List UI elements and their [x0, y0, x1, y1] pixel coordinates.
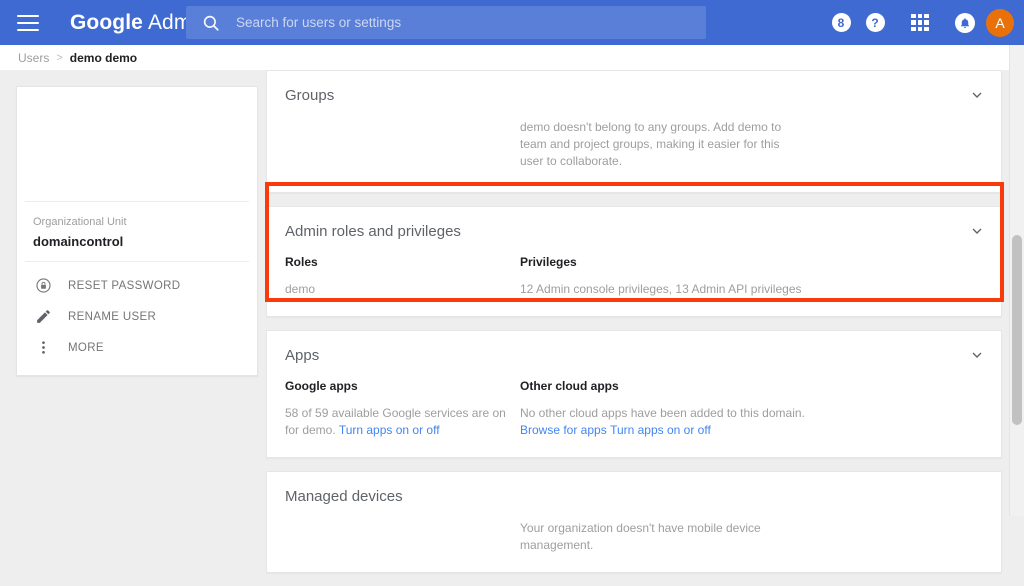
apps-section: Apps Google apps 58 of 59 available Goog… — [266, 330, 1002, 458]
groups-empty-text: demo doesn't belong to any groups. Add d… — [520, 120, 782, 168]
groups-section-header[interactable]: Groups — [267, 71, 1001, 119]
apps-section-header[interactable]: Apps — [267, 331, 1001, 379]
user-photo-area[interactable] — [17, 87, 257, 201]
roles-column: Roles demo — [285, 255, 520, 298]
organizational-unit-block: Organizational Unit domaincontrol — [17, 202, 257, 261]
admin-roles-section: Admin roles and privileges Roles demo Pr… — [266, 206, 1002, 317]
other-cloud-apps-heading: Other cloud apps — [520, 379, 619, 393]
breadcrumb: Users > demo demo — [0, 45, 1024, 70]
chevron-down-icon[interactable] — [969, 347, 985, 363]
lock-reset-icon — [33, 276, 53, 296]
privileges-value: 12 Admin console privileges, 13 Admin AP… — [520, 282, 802, 296]
privileges-heading: Privileges — [520, 255, 577, 269]
search-input[interactable]: Search for users or settings — [186, 6, 706, 39]
topbar-actions: 8 ? A — [824, 0, 1024, 45]
managed-devices-empty-text: Your organization doesn't have mobile de… — [520, 521, 761, 552]
browse-for-apps-link[interactable]: Browse for apps — [520, 423, 607, 437]
turn-apps-on-or-off-link[interactable]: Turn apps on or off — [339, 423, 440, 437]
admin-roles-title: Admin roles and privileges — [285, 222, 461, 240]
apps-section-body: Google apps 58 of 59 available Google se… — [267, 379, 1001, 457]
apps-launcher-button[interactable] — [892, 0, 948, 45]
search-placeholder: Search for users or settings — [236, 15, 402, 30]
privileges-column: Privileges 12 Admin console privileges, … — [520, 255, 820, 298]
rename-user-label: RENAME USER — [68, 310, 157, 323]
page-body: Organizational Unit domaincontrol RESET … — [0, 70, 1024, 573]
user-profile-card: Organizational Unit domaincontrol RESET … — [16, 86, 258, 376]
search-icon — [203, 15, 219, 31]
chevron-down-icon[interactable] — [969, 87, 985, 103]
managed-devices-title: Managed devices — [285, 487, 403, 505]
reset-password-label: RESET PASSWORD — [68, 279, 181, 292]
apps-grid-icon — [911, 13, 929, 32]
other-cloud-apps-text-wrap: No other cloud apps have been added to t… — [520, 405, 820, 439]
apps-title: Apps — [285, 346, 320, 364]
google-apps-heading: Google apps — [285, 379, 358, 393]
notifications-button[interactable] — [948, 0, 982, 45]
rename-user-button[interactable]: RENAME USER — [17, 301, 257, 332]
groups-section-body: demo doesn't belong to any groups. Add d… — [267, 119, 1001, 192]
breadcrumb-users-link[interactable]: Users — [18, 51, 49, 65]
chevron-down-icon[interactable] — [969, 223, 985, 239]
vertical-scrollbar[interactable] — [1009, 45, 1024, 516]
more-label: MORE — [68, 341, 104, 354]
other-cloud-apps-text: No other cloud apps have been added to t… — [520, 406, 805, 420]
groups-section: Groups demo doesn't belong to any groups… — [266, 70, 1002, 193]
support-badge-icon: 8 — [831, 13, 851, 32]
admin-roles-section-body: Roles demo Privileges 12 Admin console p… — [267, 255, 1001, 316]
more-vert-icon — [33, 338, 53, 358]
breadcrumb-current: demo demo — [69, 50, 138, 65]
help-button[interactable]: ? — [858, 0, 892, 45]
hamburger-menu-icon[interactable] — [17, 14, 39, 31]
more-button[interactable]: MORE — [17, 332, 257, 363]
admin-roles-section-header[interactable]: Admin roles and privileges — [267, 207, 1001, 255]
top-app-bar: Google Admin Search for users or settings… — [0, 0, 1024, 45]
bell-icon — [955, 12, 975, 33]
google-apps-column: Google apps 58 of 59 available Google se… — [285, 379, 520, 439]
google-apps-text-wrap: 58 of 59 available Google services are o… — [285, 405, 520, 439]
avatar[interactable]: A — [986, 8, 1014, 37]
reset-password-button[interactable]: RESET PASSWORD — [17, 270, 257, 301]
managed-devices-section: Managed devices Your organization doesn'… — [266, 471, 1002, 573]
brand-google-text: Google — [70, 10, 143, 34]
managed-devices-section-body: Your organization doesn't have mobile de… — [267, 520, 1001, 572]
managed-devices-section-header[interactable]: Managed devices — [267, 472, 1001, 520]
roles-heading: Roles — [285, 255, 318, 269]
support-badge-button[interactable]: 8 — [824, 0, 858, 45]
roles-value: demo — [285, 282, 316, 296]
pencil-icon — [33, 307, 53, 327]
help-icon: ? — [865, 13, 885, 32]
breadcrumb-separator: > — [56, 51, 63, 64]
other-cloud-apps-column: Other cloud apps No other cloud apps hav… — [520, 379, 820, 439]
organizational-unit-value: domaincontrol — [33, 234, 124, 249]
groups-title: Groups — [285, 86, 335, 104]
content-column: Groups demo doesn't belong to any groups… — [266, 70, 1002, 586]
scrollbar-thumb[interactable] — [1012, 235, 1022, 425]
organizational-unit-label: Organizational Unit — [33, 216, 127, 228]
turn-apps-on-or-off-link-2[interactable]: Turn apps on or off — [610, 423, 711, 437]
user-actions-list: RESET PASSWORD RENAME USER MORE — [17, 262, 257, 375]
